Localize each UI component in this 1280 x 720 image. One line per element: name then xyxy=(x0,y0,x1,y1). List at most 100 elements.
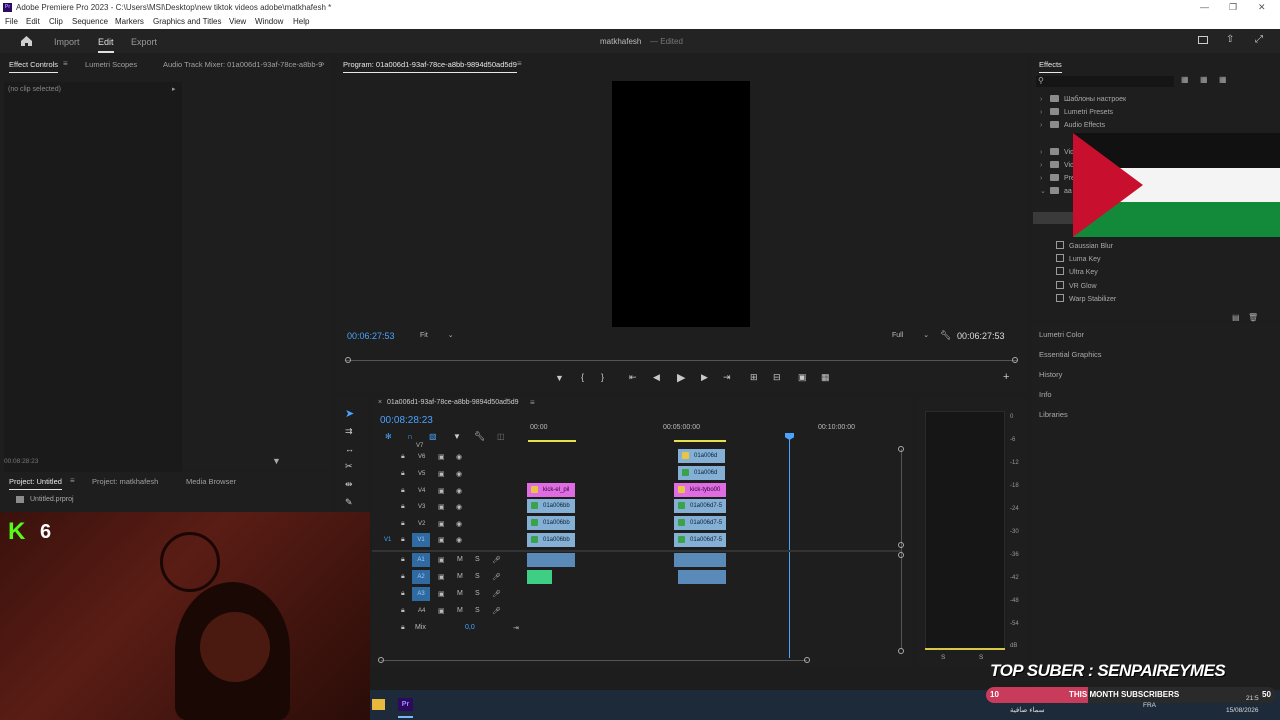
language-indicator[interactable]: FRA xyxy=(1143,702,1156,709)
timeline-vertical-scrollbar[interactable] xyxy=(901,449,902,649)
clip-v5-right[interactable]: 01a006d xyxy=(678,466,725,480)
wrench-icon[interactable]: 🔧︎ xyxy=(940,330,951,341)
clip-a2-left[interactable] xyxy=(527,570,552,584)
work-area-bar-right[interactable] xyxy=(674,440,726,442)
menu-file[interactable]: File xyxy=(5,17,18,26)
effects-folder-video-2[interactable]: › Vid xyxy=(1040,161,1074,169)
tab-effect-controls[interactable]: Effect Controls xyxy=(9,60,59,73)
track-header-a3[interactable]: 🔒︎ A3 ▣ M S 🎤︎ xyxy=(372,587,522,603)
solo-left-button[interactable]: S xyxy=(941,654,945,661)
step-forward-icon[interactable]: ▶ xyxy=(701,372,708,383)
project-file-name[interactable]: Untitled.prproj xyxy=(30,496,74,503)
solo-button[interactable]: S xyxy=(475,607,480,614)
clip-v3-left[interactable]: 01a006bb xyxy=(527,499,575,513)
minimize-icon[interactable]: — xyxy=(1200,2,1209,12)
effects-folder-presets-ru[interactable]: › Шаблоны настроек xyxy=(1040,95,1126,103)
new-bin-icon[interactable]: ▤ xyxy=(1232,313,1240,322)
file-explorer-icon[interactable] xyxy=(372,699,385,710)
menu-window[interactable]: Window xyxy=(255,17,283,26)
share-icon[interactable]: ⇧ xyxy=(1226,34,1234,45)
menu-sequence[interactable]: Sequence xyxy=(72,17,108,26)
clip-v4-left[interactable]: kick-el_pil xyxy=(527,483,575,497)
nav-export[interactable]: Export xyxy=(131,37,157,47)
program-scrubber[interactable] xyxy=(345,360,1017,361)
go-to-end-icon[interactable]: ⇥ xyxy=(513,624,519,632)
lock-icon[interactable]: 🔒︎ xyxy=(401,470,405,478)
nav-import[interactable]: Import xyxy=(54,37,80,47)
ripple-edit-icon[interactable]: ↔ xyxy=(345,444,354,454)
delete-icon[interactable]: 🗑︎ xyxy=(1248,313,1258,322)
mute-button[interactable]: M xyxy=(457,573,463,580)
track-header-v3[interactable]: 🔒︎ V3 ▣ ◉ xyxy=(372,500,522,516)
eye-icon[interactable]: ◉ xyxy=(456,487,462,495)
effect-ultra-key[interactable]: Ultra Key xyxy=(1056,267,1098,276)
sync-lock-icon[interactable]: ▣ xyxy=(438,556,445,564)
h-scroll-handle-right[interactable] xyxy=(804,657,810,663)
button-editor-icon[interactable]: + xyxy=(1003,371,1009,383)
lock-icon[interactable]: 🔒︎ xyxy=(401,590,405,598)
tab-lumetri-scopes[interactable]: Lumetri Scopes xyxy=(85,60,137,69)
playhead[interactable] xyxy=(789,434,790,658)
expand-arrow-icon[interactable]: ▸ xyxy=(172,85,176,93)
quality-dropdown[interactable]: Full ⌄ xyxy=(892,331,929,339)
solo-right-button[interactable]: S xyxy=(979,654,983,661)
track-header-a2[interactable]: 🔒︎ A2 ▣ M S 🎤︎ xyxy=(372,570,522,586)
effect-vr-glow[interactable]: VR Glow xyxy=(1056,281,1097,290)
sync-lock-icon[interactable]: ▣ xyxy=(438,607,445,615)
effects-folder-lumetri-presets[interactable]: › Lumetri Presets xyxy=(1040,108,1113,116)
clip-a2-right[interactable] xyxy=(678,570,726,584)
play-icon[interactable]: ▶ xyxy=(677,371,685,384)
filter-icon[interactable]: ▼ xyxy=(272,456,281,466)
microphone-icon[interactable]: 🎤︎ xyxy=(492,590,501,598)
menu-clip[interactable]: Clip xyxy=(49,17,63,26)
tab-media-browser[interactable]: Media Browser xyxy=(186,477,236,486)
lock-icon[interactable]: 🔒︎ xyxy=(401,487,405,495)
fullscreen-icon[interactable]: ⤢ xyxy=(1255,34,1263,45)
panel-history[interactable]: History xyxy=(1039,370,1062,379)
v-scroll-handle-mid2[interactable] xyxy=(898,552,904,558)
premiere-taskbar-icon[interactable]: Pr xyxy=(398,698,413,711)
yuv-effects-icon[interactable]: ▦ xyxy=(1219,75,1227,84)
lock-icon[interactable]: 🔒︎ xyxy=(401,556,405,564)
track-select-icon[interactable]: ⇉ xyxy=(345,426,353,437)
clip-v3-right[interactable]: 01a006d7-5 xyxy=(674,499,726,513)
v-scroll-handle-bottom[interactable] xyxy=(898,648,904,654)
sync-lock-icon[interactable]: ▣ xyxy=(438,520,445,528)
effects-search-input[interactable] xyxy=(1036,76,1174,87)
track-header-a4[interactable]: 🔒︎ A4 ▣ M S 🎤︎ xyxy=(372,604,522,620)
sync-lock-icon[interactable]: ▣ xyxy=(438,590,445,598)
tab-project-matkhafesh[interactable]: Project: matkhafesh xyxy=(92,477,158,486)
panel-essential-graphics[interactable]: Essential Graphics xyxy=(1039,350,1102,359)
program-video-frame[interactable] xyxy=(612,81,750,327)
program-menu-icon[interactable]: ≡ xyxy=(517,59,522,68)
clip-v1-left[interactable]: 01a006bb xyxy=(527,533,575,547)
home-icon[interactable] xyxy=(20,35,33,47)
effects-folder-video-1[interactable]: › Vid xyxy=(1040,148,1074,156)
sync-lock-icon[interactable]: ▣ xyxy=(438,503,445,511)
effect-gaussian-blur[interactable]: Gaussian Blur xyxy=(1056,241,1113,250)
eye-icon[interactable]: ◉ xyxy=(456,470,462,478)
v-scroll-handle-top[interactable] xyxy=(898,446,904,452)
eye-icon[interactable]: ◉ xyxy=(456,503,462,511)
effects-folder-aa[interactable]: ⌄ aa xyxy=(1040,187,1072,195)
timeline-timecode[interactable]: 00:08:28:23 xyxy=(380,415,433,426)
go-to-out-icon[interactable]: ⇥ xyxy=(723,372,731,383)
solo-button[interactable]: S xyxy=(475,590,480,597)
clip-v6-right[interactable]: 01a006d xyxy=(678,449,725,463)
lock-icon[interactable]: 🔒︎ xyxy=(401,536,405,544)
menu-markers[interactable]: Markers xyxy=(115,17,144,26)
sync-lock-icon[interactable]: ▣ xyxy=(438,487,445,495)
clip-v1-right[interactable]: 01a006d7-5 xyxy=(674,533,726,547)
v-scroll-handle-mid[interactable] xyxy=(898,542,904,548)
mark-out-icon[interactable]: } xyxy=(601,372,604,382)
lock-icon[interactable]: 🔒︎ xyxy=(401,503,405,511)
panel-libraries[interactable]: Libraries xyxy=(1039,410,1068,419)
step-back-icon[interactable]: ◀ xyxy=(653,372,660,383)
panel-menu-icon[interactable]: ≡ xyxy=(63,59,68,68)
microphone-icon[interactable]: 🎤︎ xyxy=(492,556,501,564)
solo-button[interactable]: S xyxy=(475,556,480,563)
32bit-effects-icon[interactable]: ▦ xyxy=(1200,75,1208,84)
microphone-icon[interactable]: 🎤︎ xyxy=(492,573,501,581)
panel-info[interactable]: Info xyxy=(1039,390,1052,399)
track-header-v6[interactable]: 🔒︎ V6 ▣ ◉ xyxy=(372,450,522,466)
